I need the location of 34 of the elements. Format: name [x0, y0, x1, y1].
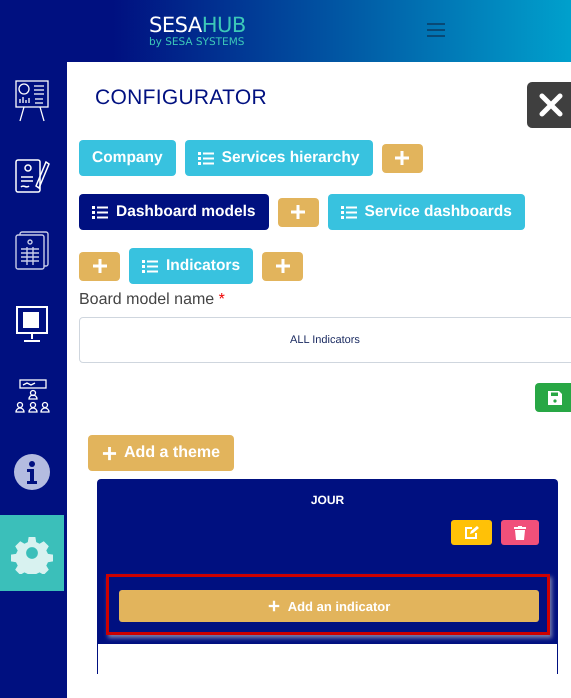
- close-icon: [538, 92, 564, 118]
- tab-button[interactable]: Services hierarchy: [184, 140, 372, 176]
- add-indicator-button[interactable]: Add an indicator: [119, 590, 539, 622]
- report-sheet-icon: [14, 230, 50, 270]
- edit-icon: [464, 526, 478, 539]
- board-model-name-field[interactable]: ALL Indicators: [79, 317, 571, 363]
- page-title: CONFIGURATOR: [95, 86, 267, 110]
- add-button[interactable]: [278, 198, 319, 226]
- field-label: Board model name *: [79, 291, 226, 309]
- brand-logo: SESAHUB: [149, 14, 246, 36]
- plus-icon: [102, 446, 117, 460]
- plus-icon: [394, 150, 410, 166]
- save-icon: [547, 390, 563, 406]
- tab-button[interactable]: Indicators: [129, 248, 254, 284]
- plus-icon: [290, 204, 306, 220]
- trash-icon: [514, 526, 526, 540]
- plus-icon: [274, 258, 291, 274]
- presentation-screen-icon: [14, 304, 50, 344]
- brand-tagline: by SESA SYSTEMS: [149, 36, 246, 48]
- plus-icon: [92, 258, 108, 274]
- info-icon: [14, 454, 50, 490]
- add-button[interactable]: [262, 252, 304, 280]
- add-button[interactable]: [382, 144, 422, 172]
- close-button[interactable]: [527, 82, 571, 128]
- tab-button[interactable]: Dashboard models: [79, 194, 269, 230]
- tab-button[interactable]: Service dashboards: [328, 194, 525, 230]
- add-button[interactable]: [79, 252, 120, 280]
- menu-icon[interactable]: [426, 22, 446, 38]
- theme-title: JOUR: [310, 493, 346, 507]
- tab-button[interactable]: Company: [79, 140, 176, 176]
- plus-icon: [268, 600, 280, 612]
- delete-button[interactable]: [501, 520, 539, 545]
- add-theme-button[interactable]: Add a theme: [88, 435, 234, 471]
- save-button[interactable]: [535, 383, 571, 412]
